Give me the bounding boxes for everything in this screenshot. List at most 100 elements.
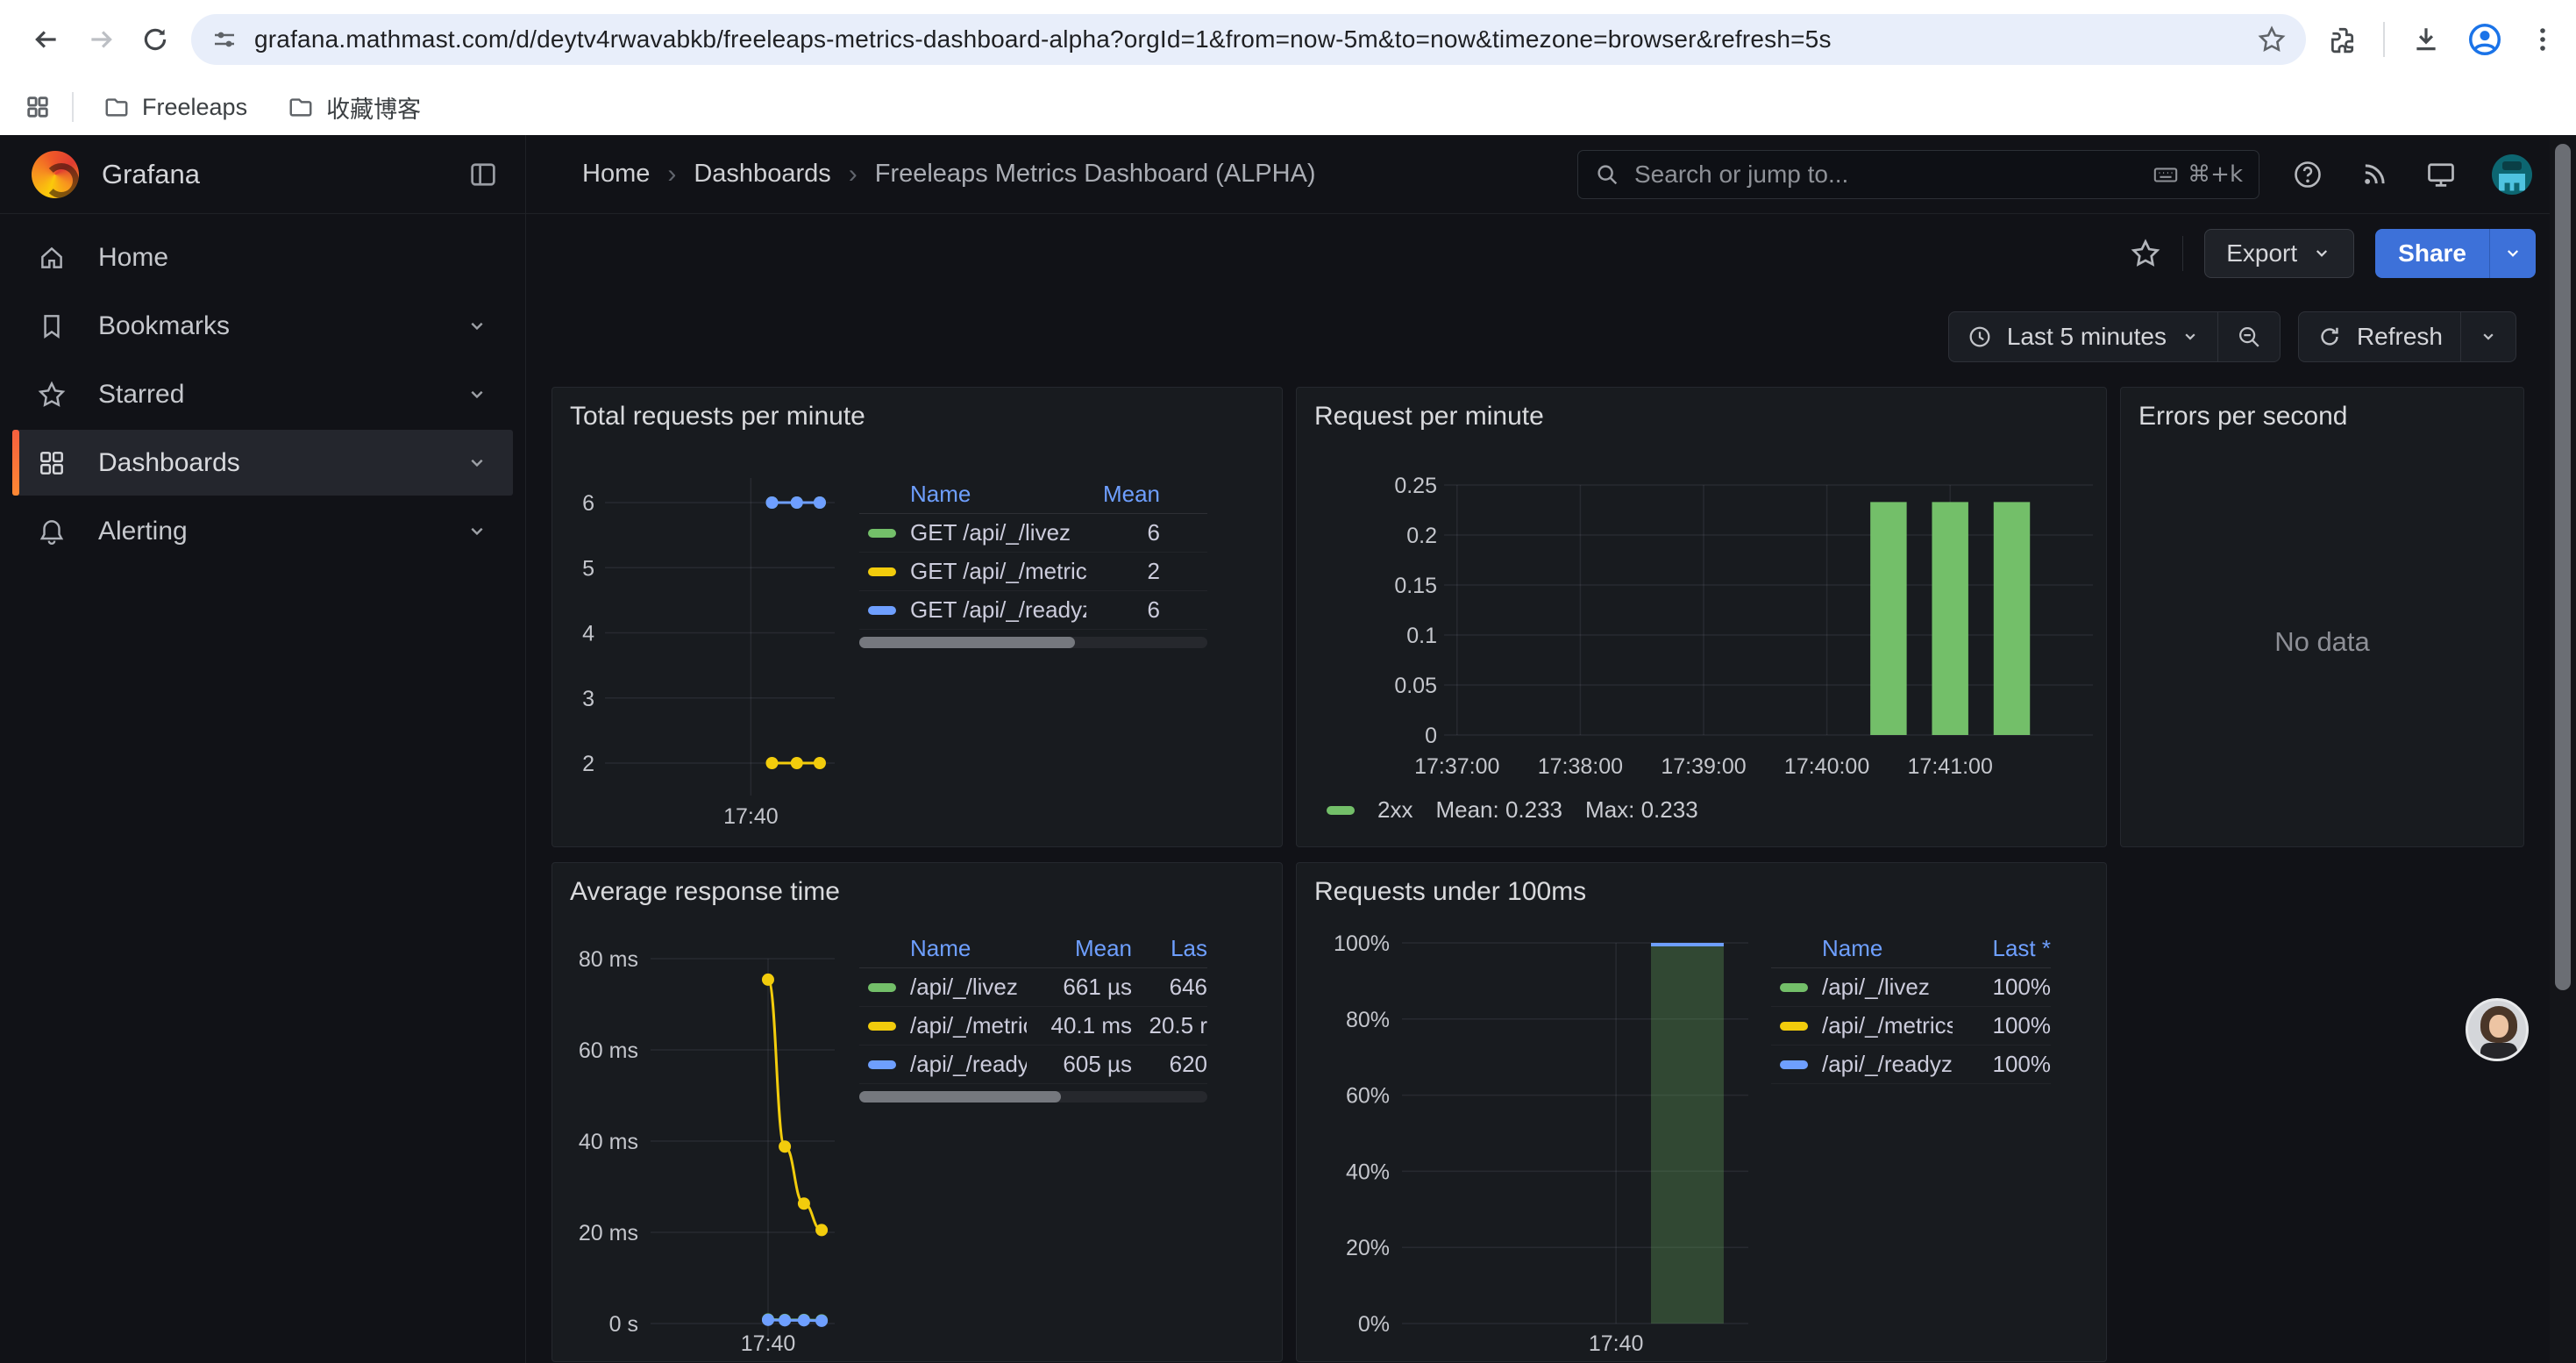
bookmarks-bar: Freeleaps 收藏博客: [0, 79, 2576, 135]
svg-text:0.2: 0.2: [1406, 524, 1437, 548]
svg-text:0.05: 0.05: [1394, 674, 1437, 698]
legend-row[interactable]: GET /api/_/metrics2: [859, 553, 1207, 591]
extensions-icon[interactable]: [2327, 25, 2357, 54]
legend-header-label: Name: [910, 481, 971, 508]
svg-text:0: 0: [1425, 724, 1437, 748]
bookmark-star-icon[interactable]: [2257, 25, 2287, 54]
legend-header-name[interactable]: Name: [859, 935, 1027, 962]
page-scrollbar[interactable]: [2550, 135, 2576, 1363]
sidebar-item-label: Dashboards: [98, 448, 240, 478]
share-menu-button[interactable]: [2490, 229, 2536, 278]
svg-text:0 s: 0 s: [609, 1312, 638, 1337]
grafana-header-left: Grafana: [0, 135, 526, 213]
legend-row[interactable]: GET /api/_/livez6: [859, 514, 1207, 553]
back-icon: [32, 25, 61, 54]
browser-reload-button[interactable]: [128, 12, 182, 67]
browser-back-button[interactable]: [19, 12, 74, 67]
series-color-pill: [868, 983, 896, 992]
legend-series-name: GET /api/_/readyz: [859, 596, 1086, 624]
sidebar-toggle-icon[interactable]: [467, 159, 499, 190]
legend-row[interactable]: /api/_/livez100%: [1771, 968, 2051, 1007]
refresh-button[interactable]: Refresh: [2299, 312, 2460, 361]
address-bar[interactable]: grafana.mathmast.com/d/deytv4rwavabkb/fr…: [191, 14, 2306, 65]
share-button[interactable]: Share: [2375, 229, 2490, 278]
legend-row[interactable]: /api/_/livez661 µs646: [859, 968, 1207, 1007]
panel-average-response-time: Average response time80 ms60 ms40 ms20 m…: [551, 862, 1283, 1362]
breadcrumb-item[interactable]: Home: [582, 160, 650, 189]
legend-stat: Max: 0.233: [1585, 796, 1698, 824]
export-button[interactable]: Export: [2204, 229, 2354, 278]
legend-value: 40.1 ms: [1027, 1012, 1132, 1039]
monitor-icon[interactable]: [2425, 159, 2457, 190]
legend-row[interactable]: /api/_/metrics40.1 ms20.5 r: [859, 1007, 1207, 1045]
chevron-down-icon: [2479, 327, 2498, 346]
breadcrumb-item[interactable]: Freeleaps Metrics Dashboard (ALPHA): [875, 160, 1316, 189]
svg-text:60 ms: 60 ms: [579, 1038, 638, 1063]
panel-title[interactable]: Request per minute: [1314, 402, 1544, 432]
svg-text:0%: 0%: [1358, 1312, 1390, 1337]
folder-icon: [103, 94, 130, 120]
legend-row[interactable]: /api/_/metrics100%: [1771, 1007, 2051, 1045]
chart-plot[interactable]: 0.250.20.150.10.05017:37:0017:38:0017:39…: [1297, 388, 2107, 847]
user-avatar[interactable]: [2492, 154, 2532, 195]
panel-title[interactable]: Total requests per minute: [570, 402, 865, 432]
browser-forward-button[interactable]: [74, 12, 128, 67]
zoom-out-button[interactable]: [2217, 312, 2280, 361]
legend-header-name[interactable]: Name: [1771, 935, 1953, 962]
news-rss-icon[interactable]: [2359, 159, 2390, 190]
legend-header-row: NameLast *: [1771, 930, 2051, 968]
help-icon[interactable]: [2292, 159, 2323, 190]
legend-hscroll-thumb[interactable]: [859, 1091, 1061, 1103]
bookmarks-divider: [72, 92, 74, 122]
legend-header-mean[interactable]: Mean: [1027, 935, 1132, 962]
sidebar-item-bookmarks[interactable]: Bookmarks: [12, 293, 513, 359]
sidebar-item-label: Bookmarks: [98, 311, 230, 341]
floating-assistant-avatar[interactable]: [2466, 998, 2529, 1061]
grafana-logo[interactable]: [32, 151, 79, 198]
reload-icon: [140, 25, 170, 54]
bookmark-folder[interactable]: 收藏博客: [279, 85, 430, 130]
time-controls-row: Last 5 minutes Refresh: [526, 293, 2576, 381]
sidebar-item-dashboards[interactable]: Dashboards: [12, 430, 513, 496]
svg-text:60%: 60%: [1346, 1084, 1390, 1109]
star-dashboard-icon[interactable]: [2130, 238, 2161, 269]
sidebar-item-alerting[interactable]: Alerting: [12, 498, 513, 564]
legend-header-mean[interactable]: Mean: [1086, 481, 1160, 508]
sidebar-item-label: Home: [98, 243, 168, 273]
apps-grid-icon[interactable]: [25, 94, 51, 120]
breadcrumb-item[interactable]: Dashboards: [694, 160, 830, 189]
svg-text:80%: 80%: [1346, 1008, 1390, 1032]
refresh-icon: [2316, 324, 2343, 350]
legend-value: 6: [1086, 519, 1160, 546]
scrollbar-thumb[interactable]: [2555, 144, 2571, 990]
legend-value: 2: [1086, 558, 1160, 585]
legend-inline[interactable]: 2xxMean: 0.233Max: 0.233: [1327, 796, 1698, 824]
legend-row[interactable]: GET /api/_/readyz6: [859, 591, 1207, 630]
legend-header-las[interactable]: Las: [1132, 935, 1207, 962]
legend-row[interactable]: /api/_/readyz605 µs620: [859, 1045, 1207, 1084]
legend-hscrollbar[interactable]: [859, 637, 1207, 648]
bookmark-folder[interactable]: Freeleaps: [95, 85, 256, 130]
grafana-header-right: Home›Dashboards›Freeleaps Metrics Dashbo…: [526, 135, 2576, 213]
chevron-down-icon: [2311, 243, 2332, 264]
legend-hscrollbar[interactable]: [859, 1091, 1207, 1103]
dashboard-canvas: Total requests per minute6543217:40NameM…: [526, 381, 2576, 1363]
legend-row[interactable]: /api/_/readyz100%: [1771, 1045, 2051, 1084]
profile-icon[interactable]: [2467, 22, 2502, 57]
browser-menu-icon[interactable]: [2529, 25, 2557, 54]
legend-value: 646: [1132, 974, 1207, 1001]
sidebar-item-home[interactable]: Home: [12, 225, 513, 290]
downloads-icon[interactable]: [2411, 25, 2441, 54]
legend-header-last[interactable]: Last *: [1953, 935, 2051, 962]
panel-title[interactable]: Requests under 100ms: [1314, 877, 1586, 907]
legend-hscroll-thumb[interactable]: [859, 637, 1075, 648]
time-range-button[interactable]: Last 5 minutes: [1949, 312, 2217, 361]
svg-text:17:37:00: 17:37:00: [1414, 754, 1499, 779]
panel-title[interactable]: Errors per second: [2138, 402, 2347, 432]
search-input[interactable]: Search or jump to... ⌘+k: [1577, 150, 2259, 199]
legend-header-name[interactable]: Name: [859, 481, 1086, 508]
panel-title[interactable]: Average response time: [570, 877, 840, 907]
refresh-interval-button[interactable]: [2460, 312, 2516, 361]
sidebar-item-starred[interactable]: Starred: [12, 361, 513, 427]
chevron-down-icon: [466, 452, 488, 475]
